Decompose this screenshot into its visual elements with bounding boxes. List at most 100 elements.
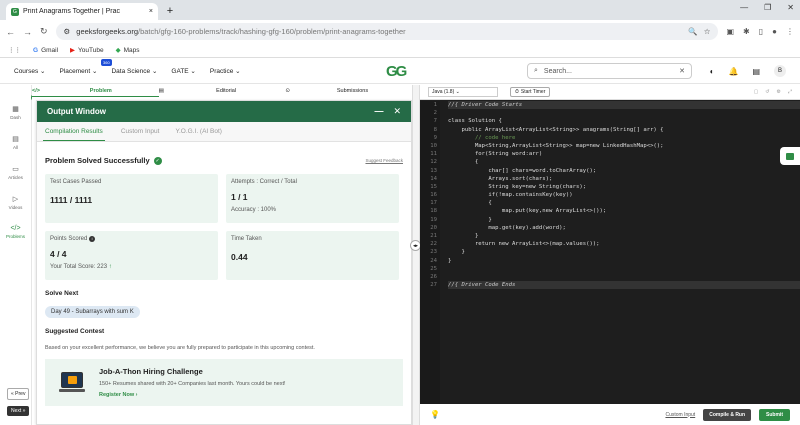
pane-divider[interactable]: ◂▸ <box>410 85 421 425</box>
code-line[interactable] <box>448 273 800 281</box>
site-info-icon[interactable]: ⚙ <box>64 27 71 36</box>
code-line[interactable]: // code here <box>448 134 800 142</box>
new-tab-button[interactable]: + <box>163 4 177 18</box>
profile-icon[interactable]: ● <box>772 27 777 36</box>
code-line[interactable] <box>448 265 800 273</box>
code-line[interactable]: Arrays.sort(chars); <box>448 175 800 183</box>
rail-item-problems[interactable]: </> Problems <box>0 217 31 247</box>
site-search[interactable]: ⌕ Search... ✕ <box>527 63 692 79</box>
bookmark-maps[interactable]: ◆ Maps <box>116 46 140 55</box>
code-line[interactable]: class Solution { <box>448 117 800 125</box>
code-line[interactable]: } <box>448 257 800 265</box>
compile-run-button[interactable]: Compile & Run <box>703 408 752 421</box>
sidepanel-icon[interactable]: ▯ <box>759 27 763 36</box>
minimize-output-icon[interactable]: — <box>374 106 383 117</box>
code-line[interactable]: return new ArrayList<>(map.values()); <box>448 240 800 248</box>
register-link[interactable]: Register Now › <box>99 392 286 398</box>
code-line[interactable]: map.put(key,new ArrayList<>()); <box>448 207 800 215</box>
puzzle-icon[interactable]: ✱ <box>743 27 750 36</box>
browser-tab[interactable]: G Print Anagrams Together | Prac × <box>6 3 158 20</box>
bookmark-youtube[interactable]: ▶ YouTube <box>70 46 104 55</box>
menu-courses[interactable]: Courses ⌄ <box>14 67 45 75</box>
submit-button[interactable]: Submit <box>759 408 790 421</box>
maximize-icon[interactable]: ❐ <box>764 3 771 12</box>
code-line[interactable]: //{ Driver Code Ends <box>448 281 800 290</box>
code-line[interactable]: { <box>448 158 800 166</box>
bookmark-star-icon[interactable]: ☆ <box>704 27 711 36</box>
rail-item-articles[interactable]: ▭ Articles <box>0 157 31 187</box>
reset-icon[interactable]: ↺ <box>765 89 769 95</box>
notes-icon[interactable]: ▤ <box>752 67 760 76</box>
code-area[interactable]: 1 2 7 8 9 10 11 12 13 14 15 16 17 18 19 20 21 22 23 24 25 26 2… <box>420 100 800 404</box>
search-input[interactable]: Search... <box>544 68 572 75</box>
code-line[interactable]: for(String word:arr) <box>448 150 800 158</box>
close-window-icon[interactable]: ✕ <box>787 3 794 12</box>
gfg-logo[interactable]: GG <box>386 63 407 80</box>
fullscreen-icon[interactable]: ⤢ <box>788 89 792 95</box>
code-line[interactable]: String key=new String(chars); <box>448 183 800 191</box>
tab-problem[interactable]: </> Problem <box>32 85 159 97</box>
code-line[interactable]: map.get(key).add(word); <box>448 224 800 232</box>
output-tabs: Compilation Results Custom Input Y.O.G.I… <box>37 122 411 142</box>
code-line[interactable]: Map<String,ArrayList<String>> map=new Li… <box>448 142 800 150</box>
info-icon[interactable]: i <box>89 236 96 242</box>
video-icon: ▷ <box>12 195 19 203</box>
close-output-icon[interactable]: ✕ <box>393 106 401 117</box>
code-line[interactable]: { <box>448 199 800 207</box>
dashboard-icon: ▦ <box>12 105 19 113</box>
code-line[interactable]: } <box>448 232 800 240</box>
line-number: 14 <box>430 175 437 182</box>
line-number: 20 <box>430 224 437 231</box>
bookmark-gmail[interactable]: G Gmail <box>33 47 58 54</box>
avatar[interactable]: B <box>774 65 786 77</box>
language-select[interactable]: Java (1.8) ⌄ <box>428 87 498 97</box>
close-tab-icon[interactable]: × <box>149 8 153 15</box>
code-line[interactable] <box>448 109 800 117</box>
clear-search-icon[interactable]: ✕ <box>679 67 685 75</box>
menu-practice[interactable]: Practice ⌄ <box>210 67 241 75</box>
tab-editorial[interactable]: ▤ Editorial <box>159 88 286 94</box>
code-line[interactable]: char[] chars=word.toCharArray(); <box>448 167 800 175</box>
tab-submissions[interactable]: ⊙ Submissions <box>285 88 412 94</box>
output-body: Problem Solved Successfully ✓ Suggest Fe… <box>37 142 411 416</box>
copy-icon[interactable]: ▢ <box>754 89 759 95</box>
rail-item-dash[interactable]: ▦ Dash <box>0 97 31 127</box>
code-line[interactable]: //{ Driver Code Starts <box>448 101 800 110</box>
forward-icon[interactable]: → <box>23 27 32 37</box>
notification-bell-icon[interactable]: 🔔 <box>728 67 738 76</box>
code-line[interactable]: if(!map.containsKey(key)) <box>448 191 800 199</box>
apps-icon[interactable]: ⋮⋮ <box>8 46 21 54</box>
chat-icon[interactable] <box>780 147 800 165</box>
tab-compilation-results[interactable]: Compilation Results <box>43 123 105 141</box>
menu-gate[interactable]: GATE ⌄ <box>171 67 195 75</box>
custom-input-link[interactable]: Custom Input <box>665 412 695 418</box>
code-line[interactable]: } <box>448 248 800 256</box>
address-toolbar: ← → ↻ ⚙ geeksforgeeks.org/batch/gfg-160-… <box>0 20 800 43</box>
code-line[interactable]: } <box>448 216 800 224</box>
tab-yogi-bot[interactable]: Y.O.G.I. (AI Bot) <box>175 128 221 135</box>
tab-custom-input[interactable]: Custom Input <box>121 128 160 135</box>
more-menu-icon[interactable]: ⋮ <box>786 27 794 36</box>
back-icon[interactable]: ← <box>6 27 15 37</box>
settings-icon[interactable]: ⚙ <box>777 89 781 95</box>
minimize-icon[interactable]: — <box>740 3 748 12</box>
rail-item-videos[interactable]: ▷ Videos <box>0 187 31 217</box>
menu-data-science[interactable]: Data Science ⌄ <box>111 67 157 75</box>
dark-mode-icon[interactable]: ◐ <box>710 67 715 76</box>
url-bar[interactable]: ⚙ geeksforgeeks.org/batch/gfg-160-proble… <box>55 23 719 40</box>
solve-next-chip[interactable]: Day 49 - Subarrays with sum K <box>45 306 140 318</box>
code-line[interactable]: public ArrayList<ArrayList<String>> anag… <box>448 126 800 134</box>
next-button[interactable]: Next » <box>7 406 30 416</box>
lightbulb-icon[interactable]: 💡 <box>430 410 440 419</box>
prev-button[interactable]: « Prev <box>7 388 30 400</box>
suggest-feedback-link[interactable]: Suggest Feedback <box>365 158 403 163</box>
code-text[interactable]: //{ Driver Code Starts class Solution { p… <box>440 101 800 404</box>
attempts-label: Attempts : Correct / Total <box>231 179 297 185</box>
reload-icon[interactable]: ↻ <box>40 26 48 37</box>
extension-icon[interactable]: ▣ <box>726 27 734 36</box>
menu-placement[interactable]: Placement ⌄ <box>59 67 97 75</box>
code-editor: Java (1.8) ⌄ ⏱ Start Timer ▢ ↺ ⚙ ⤢ 127891… <box>420 85 800 425</box>
rail-item-all[interactable]: ▤ All <box>0 127 31 157</box>
start-timer-button[interactable]: ⏱ Start Timer <box>510 87 551 97</box>
zoom-icon[interactable]: 🔍 <box>688 27 697 36</box>
